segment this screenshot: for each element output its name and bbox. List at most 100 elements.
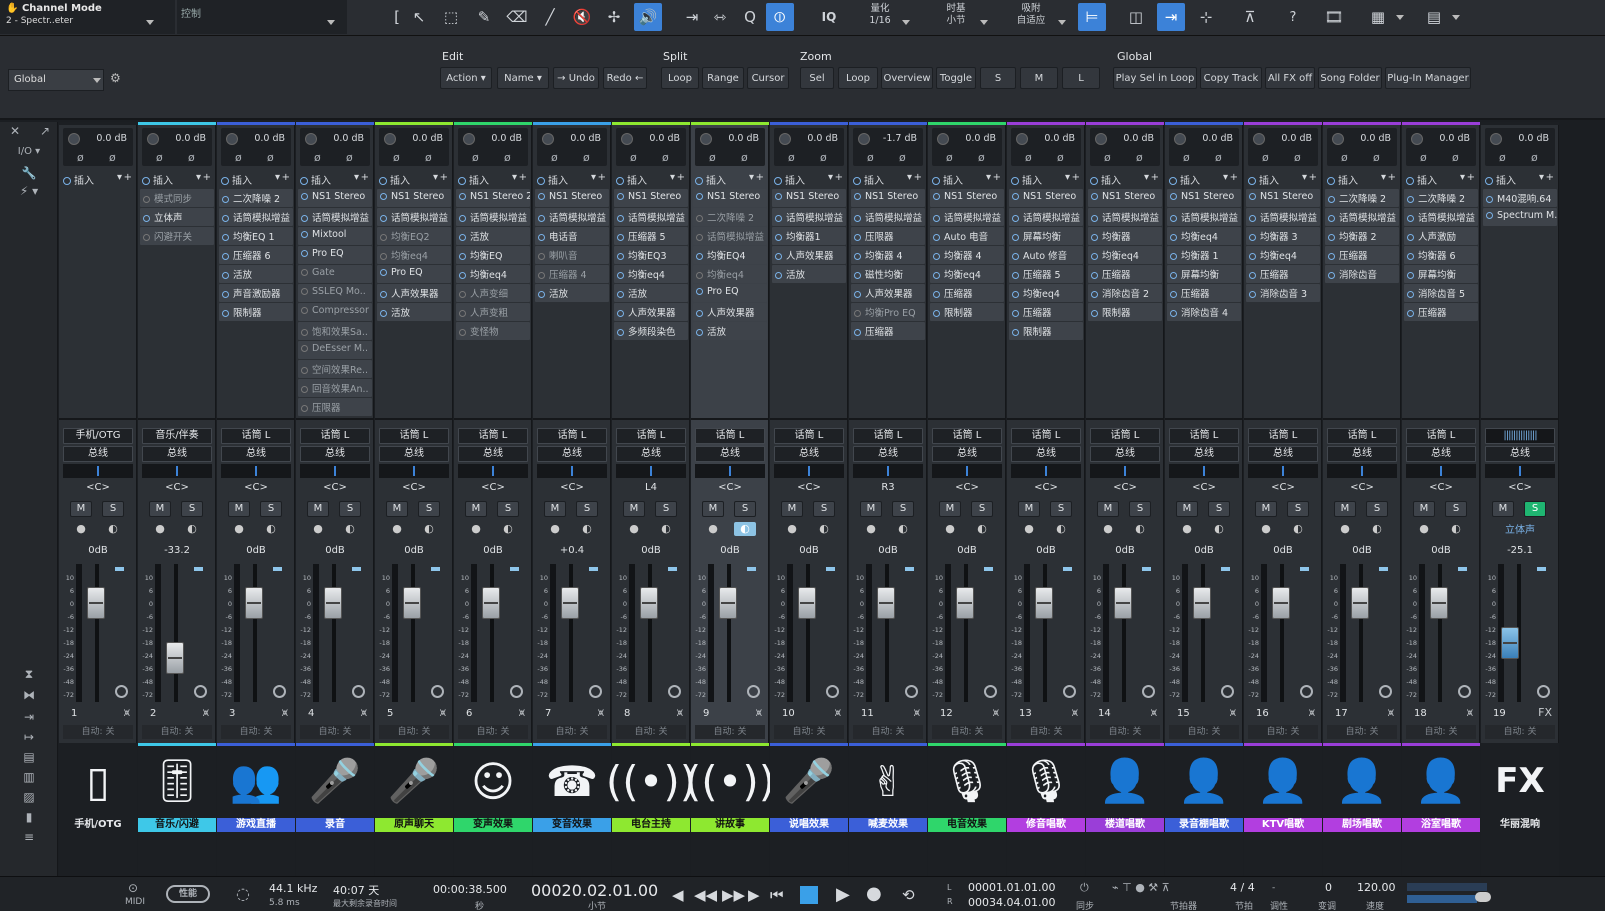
input-select[interactable]: 话筒 L	[1327, 428, 1397, 444]
power-icon[interactable]	[775, 193, 782, 200]
power-icon[interactable]	[1170, 253, 1177, 260]
pan-slider[interactable]	[300, 464, 370, 478]
insert-slot[interactable]: M40混响.64	[1483, 189, 1557, 207]
io-toggle[interactable]: I/O ▾	[0, 146, 58, 157]
phase-icon[interactable]: ø	[77, 151, 84, 164]
output-select[interactable]: 总线	[300, 446, 370, 462]
insert-header[interactable]: 插入 ▾ +	[1010, 172, 1082, 187]
power-icon[interactable]	[459, 193, 466, 200]
insert-slot[interactable]: 消除齿音 5	[1404, 284, 1478, 302]
key-value[interactable]: -	[1272, 883, 1275, 893]
power-icon[interactable]	[1328, 196, 1335, 203]
insert-slot[interactable]: Pro EQ	[298, 246, 372, 264]
power-icon[interactable]	[933, 272, 940, 279]
power-icon[interactable]	[696, 310, 703, 317]
channel-label[interactable]: 变声效果	[454, 818, 532, 832]
record-arm-icon[interactable]: ●	[1413, 522, 1435, 536]
power-icon[interactable]	[459, 310, 466, 317]
channel-strip-3[interactable]: 0.0 dB ø ø 插入 ▾ + 二次降噪 2 话筒模拟增益 均衡EQ 1 压缩器 6 活放 声音激…	[217, 122, 295, 876]
add-icon[interactable]: +	[519, 172, 527, 183]
insert-header[interactable]: 插入 ▾ +	[1247, 172, 1319, 187]
monitor-icon[interactable]: ◐	[576, 522, 598, 536]
pan-slider[interactable]	[63, 464, 133, 478]
power-icon[interactable]	[222, 253, 229, 260]
monitor-icon[interactable]: ◐	[1445, 522, 1467, 536]
power-icon[interactable]	[854, 310, 861, 317]
power-icon[interactable]	[933, 193, 940, 200]
pencil-icon[interactable]: ✎	[470, 3, 498, 31]
monitor-icon[interactable]: ◐	[497, 522, 519, 536]
gain-knob[interactable]	[858, 133, 870, 145]
input-select[interactable]: 话筒 L	[1090, 428, 1160, 444]
rewind-icon[interactable]: ◀	[672, 886, 684, 904]
power-icon[interactable]	[143, 196, 150, 203]
pan-slider[interactable]	[1327, 464, 1397, 478]
pan-slider[interactable]	[932, 464, 1002, 478]
volume-fader[interactable]	[640, 587, 658, 619]
power-icon[interactable]	[1012, 329, 1019, 336]
mute-icon[interactable]: 🔇	[568, 3, 596, 31]
channel-label[interactable]: 楼道唱歌	[1086, 818, 1164, 832]
pan-slider[interactable]	[774, 464, 844, 478]
power-icon[interactable]	[459, 215, 466, 222]
insert-slot[interactable]: Spectrum M..	[1483, 208, 1557, 226]
expand-icon[interactable]	[1537, 685, 1550, 698]
zoom-overview-button[interactable]: Overview	[881, 67, 933, 89]
power-icon[interactable]	[380, 193, 387, 200]
insert-slot[interactable]: 变怪物	[456, 322, 530, 340]
automation-mode[interactable]: 自动: 关	[1406, 725, 1476, 739]
power-icon[interactable]	[1012, 310, 1019, 317]
mute-button[interactable]: M	[1492, 501, 1514, 517]
insert-slot[interactable]: 话筒模拟增益	[1246, 208, 1320, 226]
solo-button[interactable]: S	[1445, 501, 1467, 517]
volume-fader[interactable]	[1114, 587, 1132, 619]
pan-slider[interactable]	[221, 464, 291, 478]
stop-button[interactable]	[800, 886, 818, 904]
cursor-line-icon[interactable]: ⊹	[1192, 3, 1220, 31]
power-icon[interactable]	[380, 215, 387, 222]
automation-mode[interactable]: 自动: 关	[142, 725, 212, 739]
input-select[interactable]: 话筒 L	[853, 428, 923, 444]
channel-icon-area[interactable]: 👤 剧场唱歌	[1323, 743, 1401, 876]
insert-slot[interactable]: 均衡eq4	[693, 265, 767, 283]
insert-slot[interactable]: 均衡EQ 1	[219, 227, 293, 245]
split-cursor-button[interactable]: Cursor	[747, 67, 789, 89]
mute-button[interactable]: M	[1334, 501, 1356, 517]
power-icon[interactable]	[380, 310, 387, 317]
add-icon[interactable]: +	[1309, 172, 1317, 183]
insert-slot[interactable]: 闪避开关	[140, 227, 214, 245]
gain-knob[interactable]	[700, 133, 712, 145]
power-icon[interactable]	[1091, 234, 1098, 241]
power-icon[interactable]	[933, 291, 940, 298]
record-arm-icon[interactable]: ●	[1018, 522, 1040, 536]
channel-strip-4[interactable]: 0.0 dB ø ø 插入 ▾ + NS1 Stereo 话筒模拟增益 Mixtool Pro E…	[296, 122, 374, 876]
power-icon[interactable]	[617, 234, 624, 241]
volume-fader[interactable]	[1351, 587, 1369, 619]
power-icon[interactable]	[222, 196, 229, 203]
insert-slot[interactable]: 均衡器 4	[851, 246, 925, 264]
phase-icon[interactable]: ø	[1452, 151, 1459, 164]
add-icon[interactable]: +	[1072, 172, 1080, 183]
power-icon[interactable]	[1249, 272, 1256, 279]
insert-slot[interactable]: 话筒模拟增益	[456, 208, 530, 226]
power-icon[interactable]	[1407, 291, 1414, 298]
power-icon[interactable]	[1249, 234, 1256, 241]
monitor-icon[interactable]: ◐	[181, 522, 203, 536]
insert-header[interactable]: 插入 ▾ +	[773, 172, 845, 187]
sync-icon[interactable]: ⏻	[1080, 881, 1089, 895]
automation-mode[interactable]: 自动: 关	[695, 725, 765, 739]
phase-icon[interactable]: ø	[267, 151, 274, 164]
channel-icon-area[interactable]: 👤 浴室唱歌	[1402, 743, 1480, 876]
mute-button[interactable]: M	[228, 501, 250, 517]
chevron-down-icon[interactable]: ▾	[1223, 172, 1228, 183]
expand-icon[interactable]	[1300, 685, 1313, 698]
meter-icon[interactable]: ▮	[0, 810, 58, 824]
snap-toggle-icon[interactable]: ⊨	[1078, 3, 1106, 31]
power-icon[interactable]	[854, 193, 861, 200]
insert-slot[interactable]: 压缩器	[1167, 284, 1241, 302]
power-icon[interactable]	[63, 177, 71, 185]
input-select[interactable]: 话筒 L	[616, 428, 686, 444]
power-icon[interactable]	[222, 272, 229, 279]
insert-header[interactable]: 插入 ▾ +	[378, 172, 450, 187]
chevron-down-icon[interactable]: ▾	[907, 172, 912, 183]
